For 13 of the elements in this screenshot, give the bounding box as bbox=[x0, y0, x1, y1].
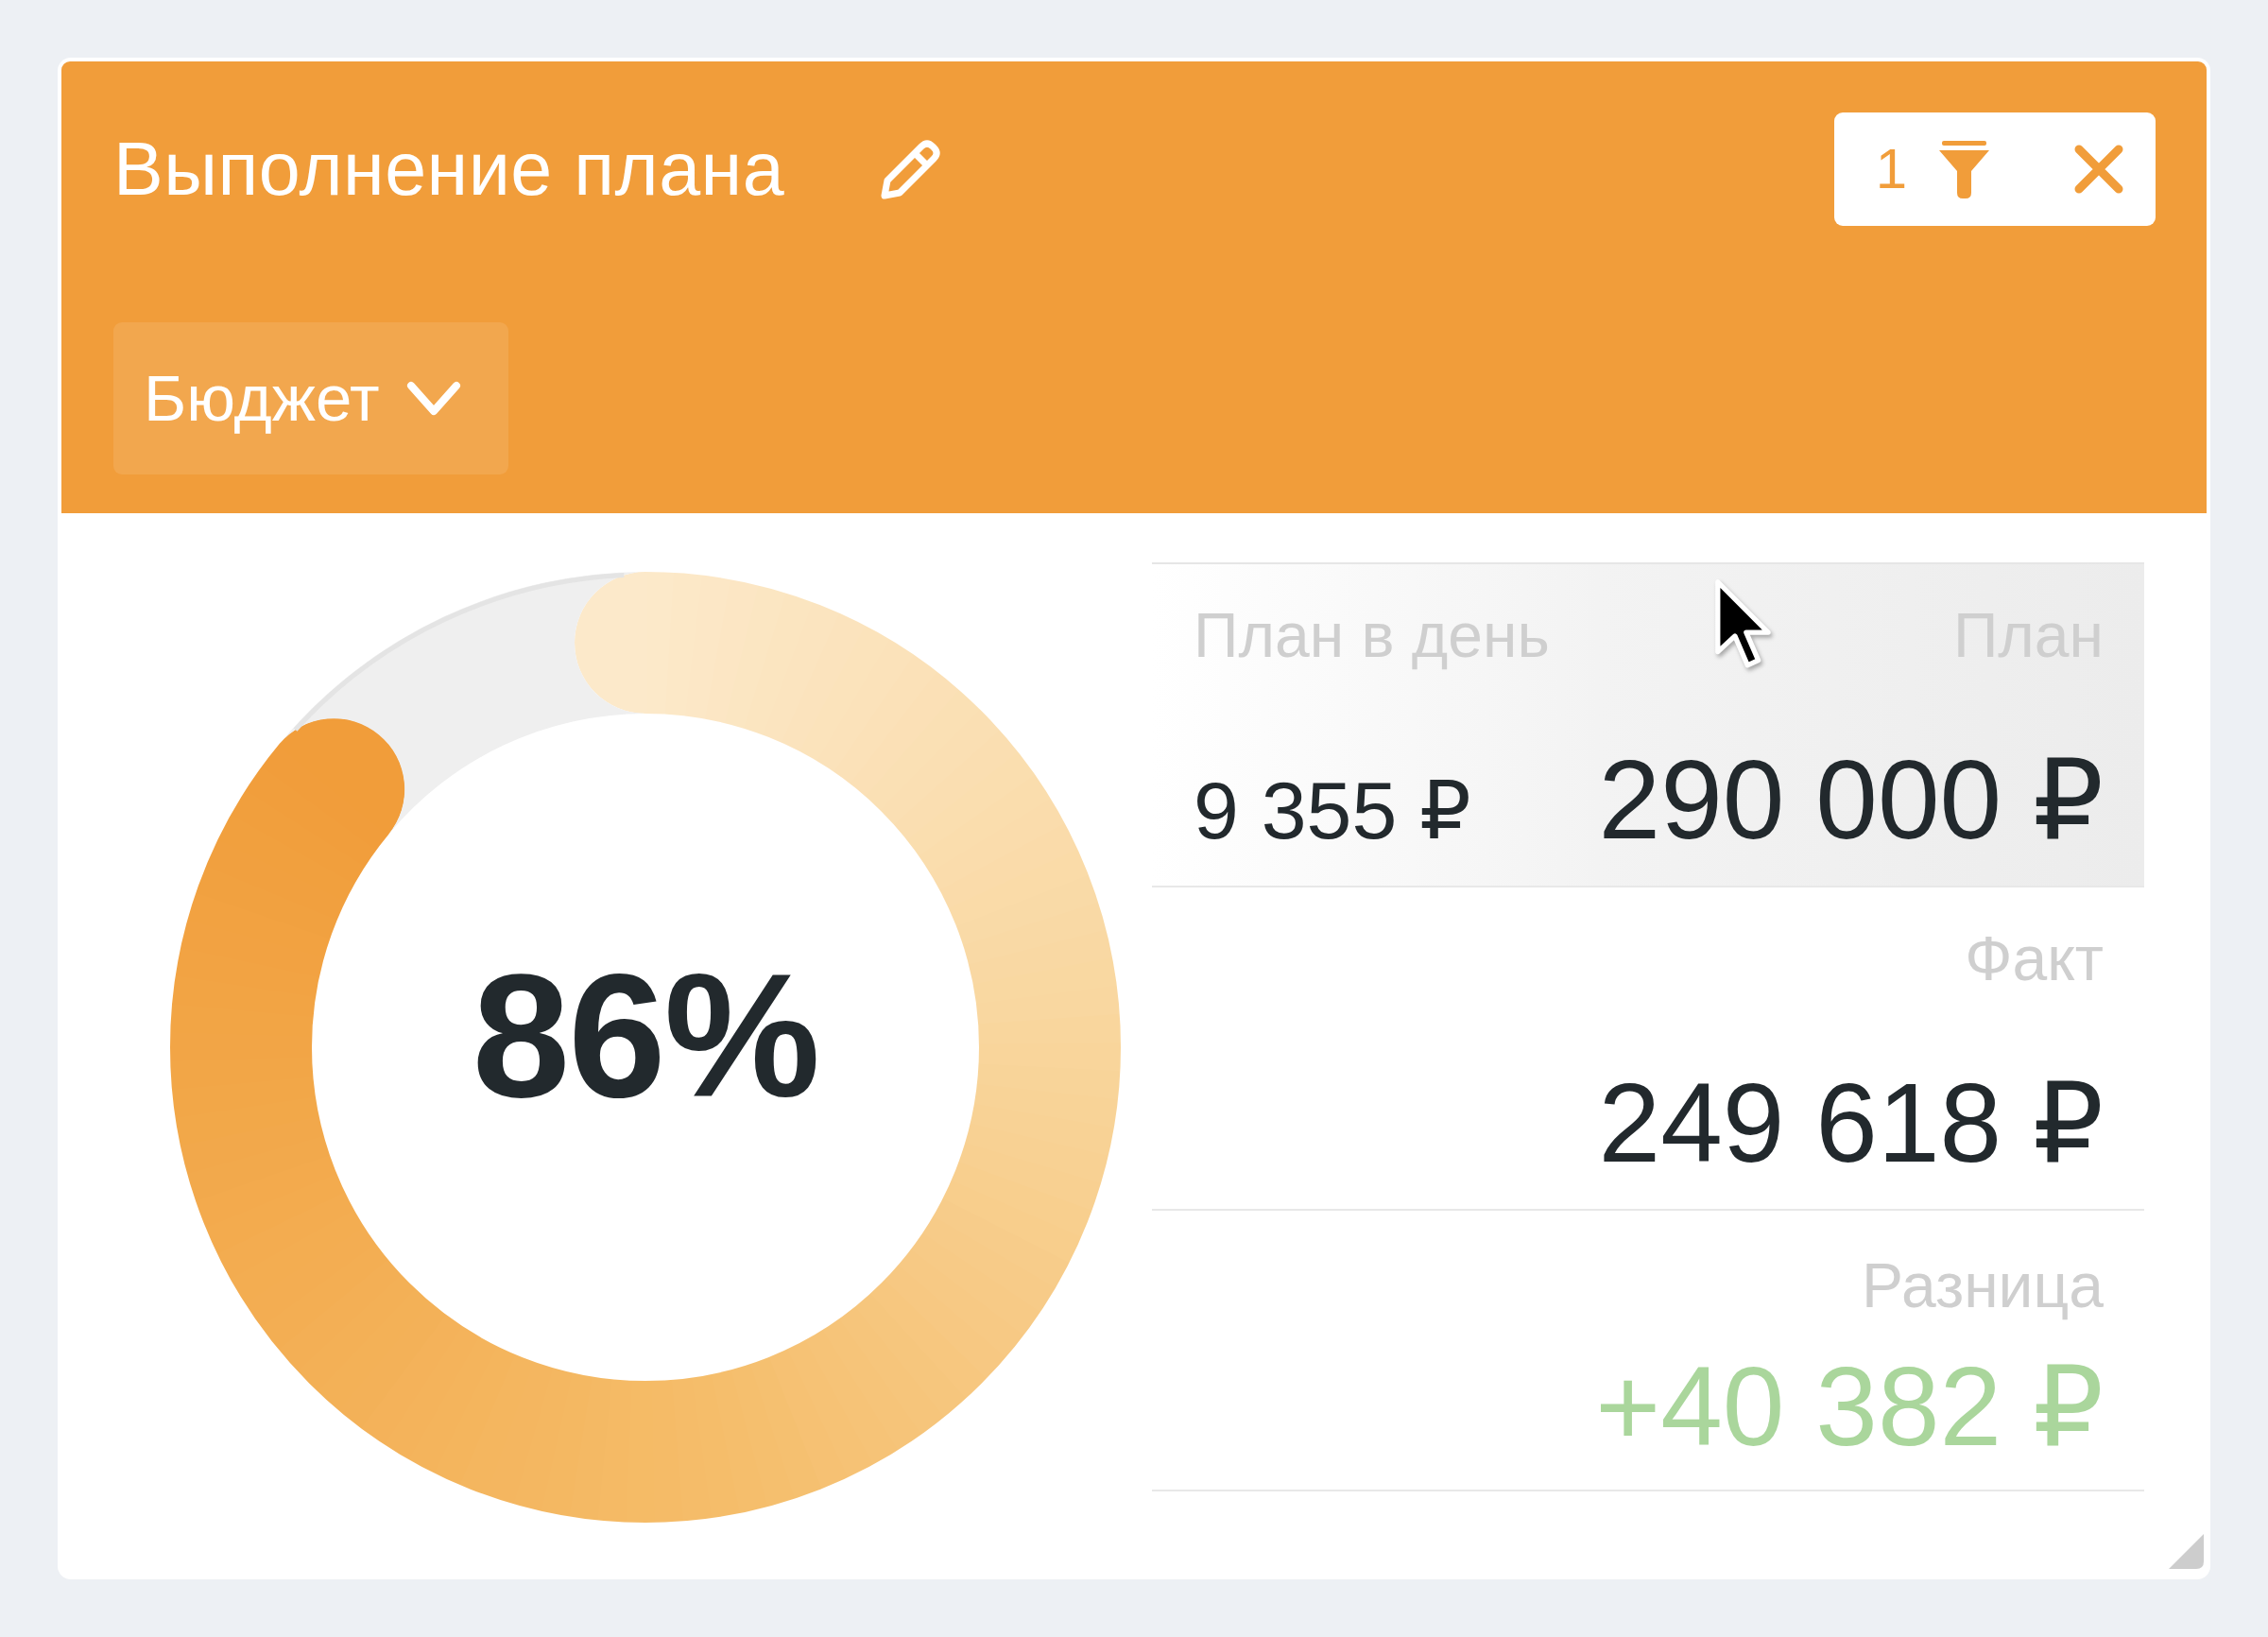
category-dropdown[interactable]: Бюджет bbox=[113, 322, 508, 474]
widget-title: Выполнение плана bbox=[113, 126, 785, 213]
filter-button[interactable]: 1 bbox=[1847, 112, 2009, 226]
stat-value: 9 355 ₽ bbox=[1194, 764, 1471, 858]
percent-reading: 86% bbox=[472, 939, 819, 1133]
resize-handle-icon[interactable] bbox=[2169, 1534, 2204, 1569]
stat-value: 249 618 ₽ bbox=[1598, 1060, 2104, 1188]
edit-title-button[interactable] bbox=[879, 137, 943, 201]
funnel-icon bbox=[1938, 140, 1990, 198]
close-icon bbox=[2074, 145, 2123, 194]
stat-value: 290 000 ₽ bbox=[1598, 736, 2104, 865]
pencil-icon bbox=[879, 137, 943, 201]
stat-value: +40 382 ₽ bbox=[1595, 1343, 2104, 1472]
